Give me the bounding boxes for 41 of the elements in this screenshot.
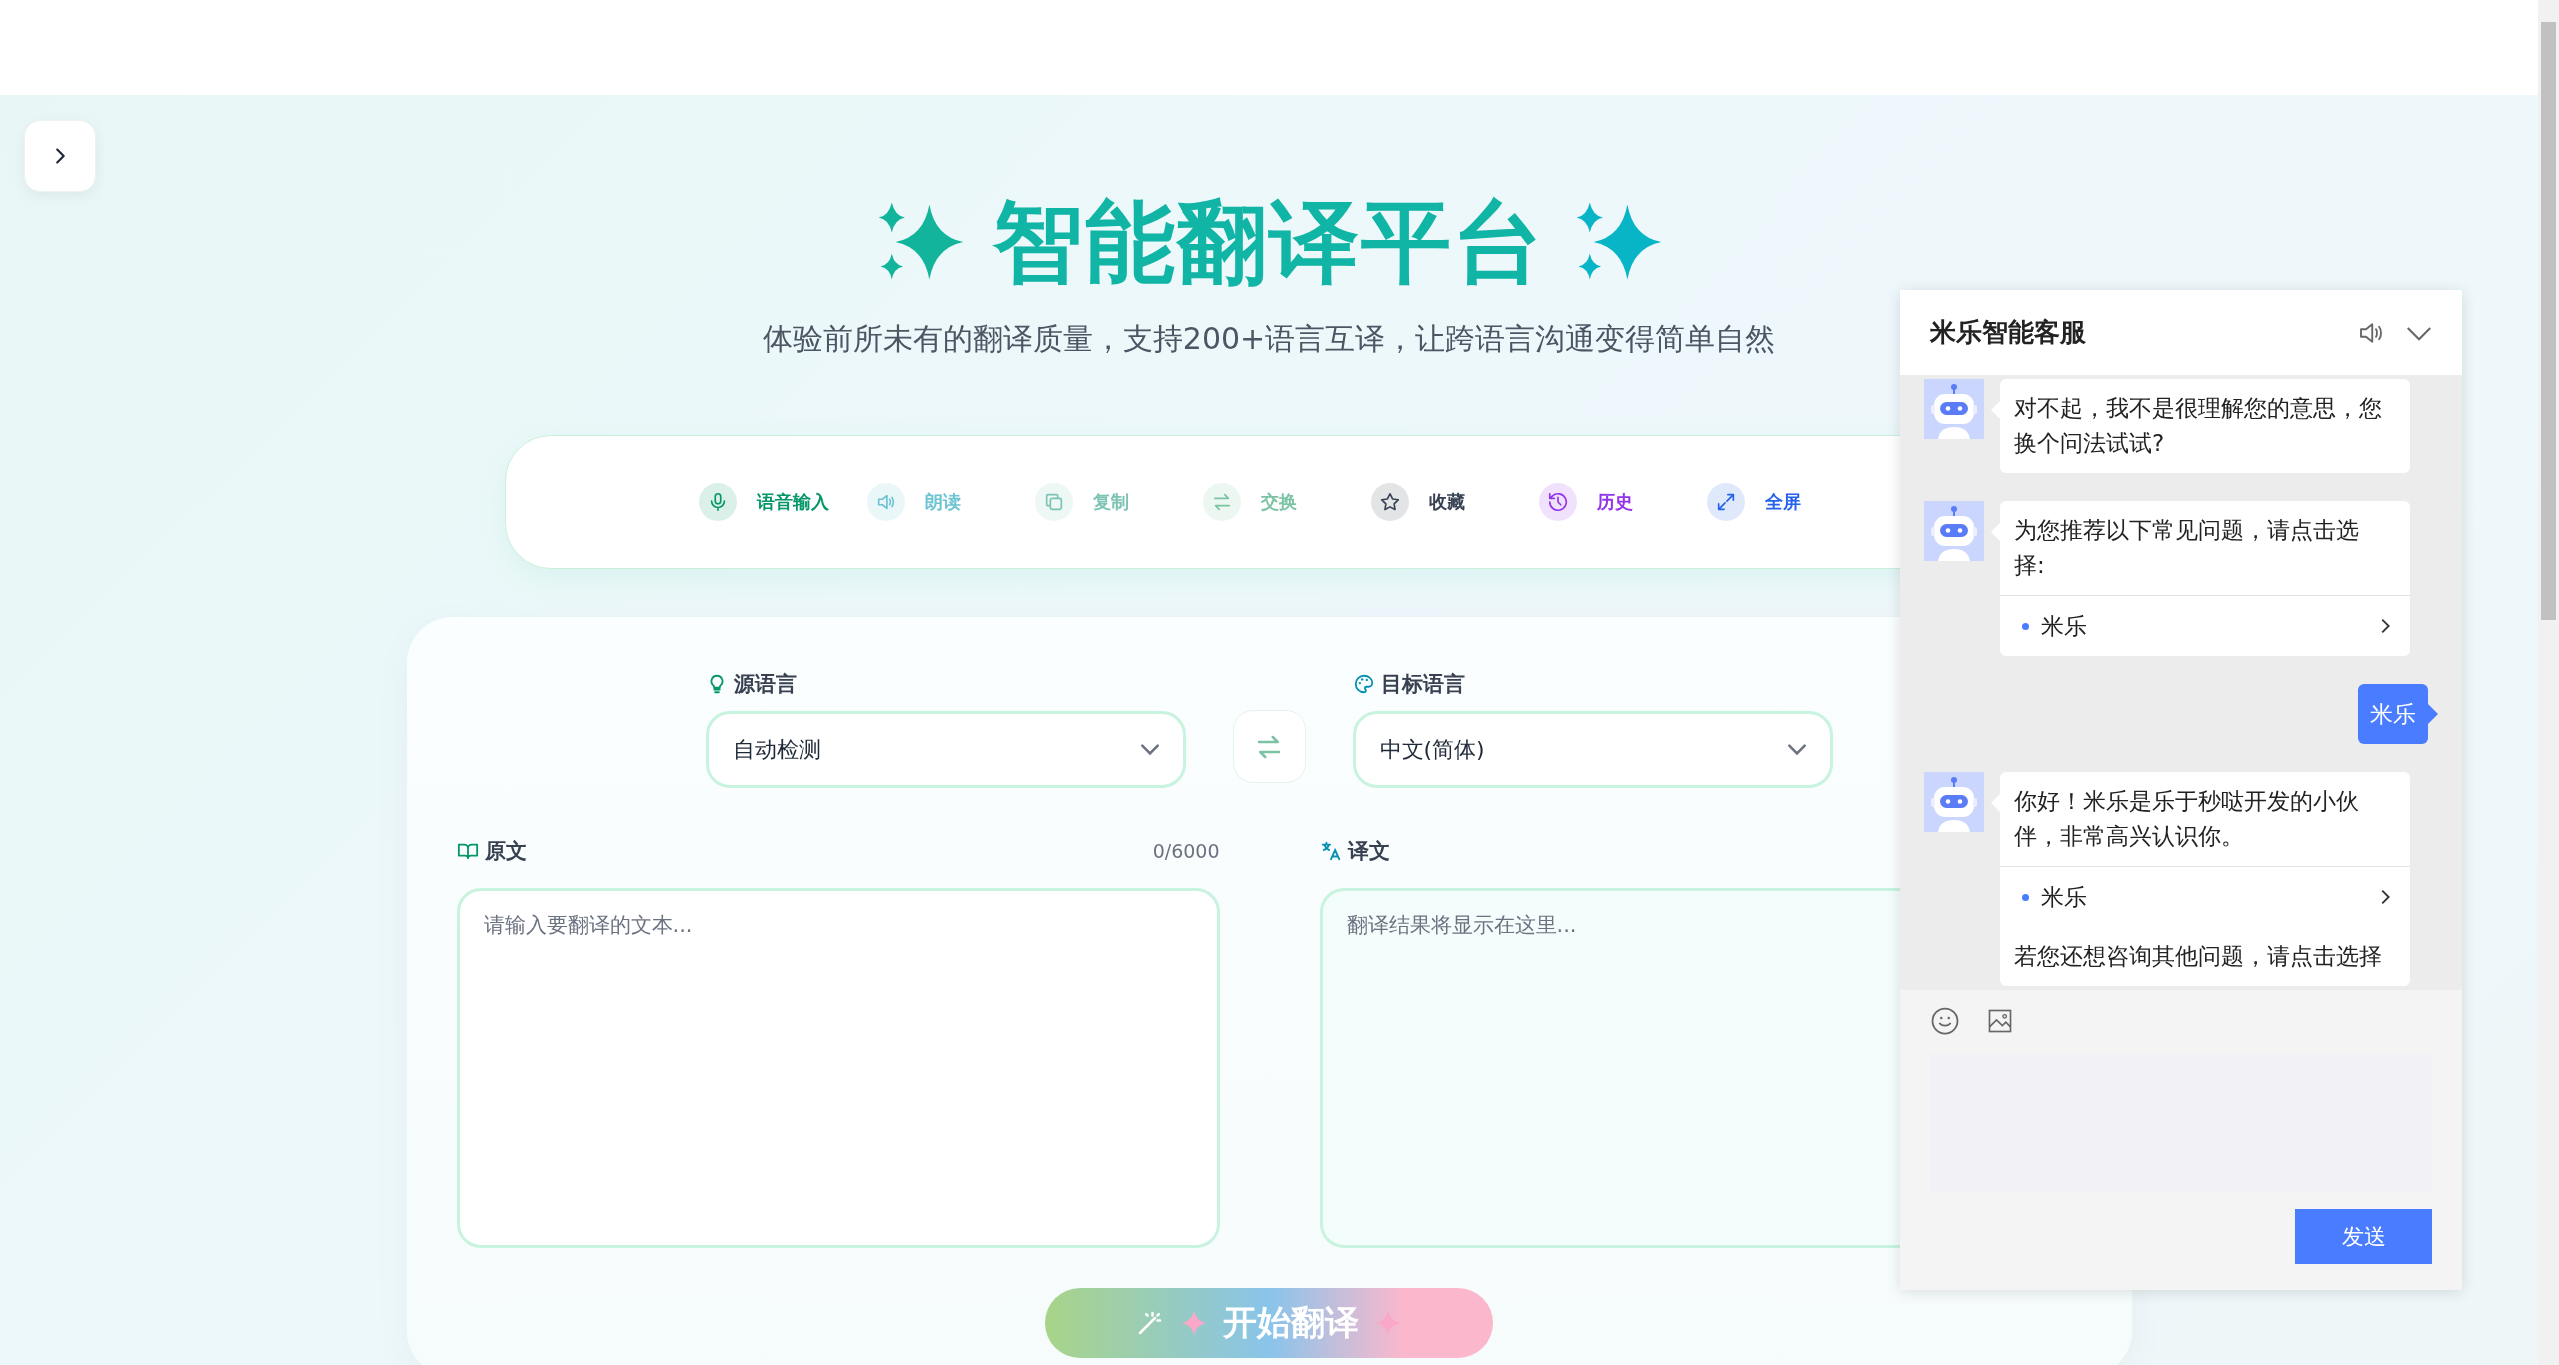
message-text: 对不起，我不是很理解您的意思，您换个问法试试? [2013,394,2383,458]
toolbar-button[interactable]: 语音输入 [681,483,849,521]
subtitle: 体验前所未有的翻译质量，支持200+语言互译，让跨语言沟通变得简单自然 [762,320,1776,358]
speaker-icon [867,483,905,521]
scrollbar-thumb[interactable] [2541,22,2556,620]
suggested-question[interactable]: 米乐 [2000,866,2410,927]
copy-icon [1035,483,1073,521]
source-text-input[interactable]: 请输入要翻译的文本... [456,888,1220,1248]
source-language-label: 源语言 [733,671,797,698]
chevron-down-icon [1140,744,1159,755]
character-counter: 0/6000 [1152,840,1220,862]
robot-avatar-icon [1924,501,1984,561]
toolbar-button[interactable]: 全屏 [1689,483,1857,521]
sidebar-toggle-button[interactable] [24,120,96,192]
chat-title: 米乐智能客服 [1930,316,2086,349]
scrollbar[interactable] [2538,0,2559,1365]
message-text: 为您推荐以下常见问题，请点击选择: [2013,516,2360,580]
target-language-label: 目标语言 [1380,671,1465,698]
source-language-dropdown[interactable]: 自动检测 [705,711,1186,788]
page-title: 智能翻译平台 [993,188,1545,296]
message-text: 你好！米乐是乐于秒哒开发的小伙伴，非常高兴认识你。 [2013,787,2360,851]
target-language-dropdown[interactable]: 中文(简体) [1352,711,1833,788]
chevron-down-icon [1787,744,1806,755]
robot-avatar-icon [1924,772,1984,832]
swap-arrows-icon [1203,483,1241,521]
toolbar-button[interactable]: 历史 [1521,483,1689,521]
bullet-icon [2022,893,2029,901]
robot-avatar-icon [1924,379,1984,439]
emoji-icon[interactable] [1930,1006,1960,1036]
toolbar-button[interactable]: 收藏 [1353,483,1521,521]
expand-arrows-icon [1707,483,1745,521]
translation-label: 译文 [1347,838,1390,865]
history-icon [1539,483,1577,521]
send-button[interactable]: 发送 [2295,1209,2432,1264]
palette-icon [1352,673,1375,695]
image-icon[interactable] [1986,1007,2014,1035]
microphone-icon [699,483,737,521]
source-text-label: 原文 [484,838,527,865]
translate-icon [1319,840,1342,862]
bullet-icon [2022,622,2029,630]
suggested-question[interactable]: 米乐 [2000,595,2410,656]
